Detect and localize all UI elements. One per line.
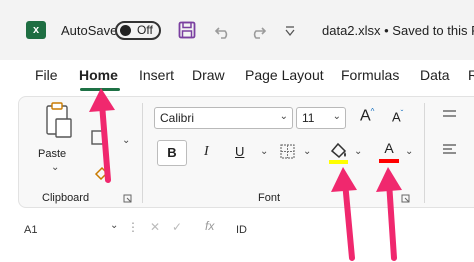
annotation-arrows: [89, 88, 402, 261]
annotation-arrow-font-color-icon: [376, 167, 402, 261]
annotation-arrow-fill-color-icon: [331, 167, 357, 261]
annotation-arrow-home-icon: [89, 88, 115, 183]
